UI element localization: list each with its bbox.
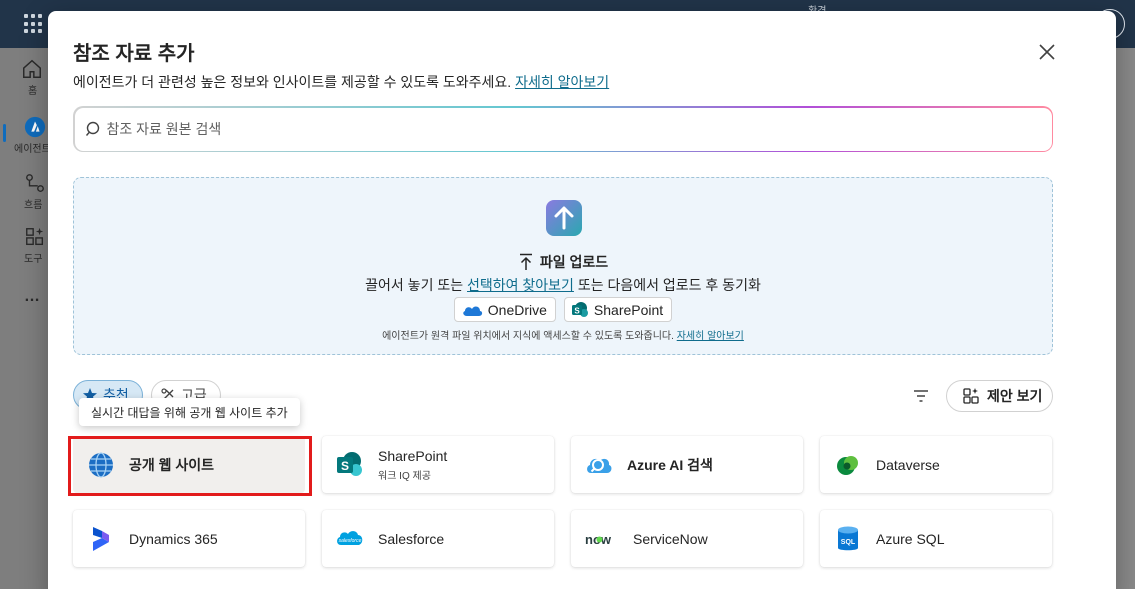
upload-note: 에이전트가 원격 파일 위치에서 지식에 액세스할 수 있도록 도와줍니다. 자… <box>74 327 1052 342</box>
onedrive-label: OneDrive <box>487 301 547 318</box>
svg-text:SQL: SQL <box>841 539 856 546</box>
upload-description: 끌어서 놓기 또는 선택하여 찾아보기 또는 다음에서 업로드 후 동기화 <box>74 275 1052 295</box>
card-subtitle: 워크 IQ 제공 <box>378 470 431 482</box>
browse-link[interactable]: 선택하여 찾아보기 <box>467 277 574 293</box>
home-icon <box>23 59 41 78</box>
card-title: Azure AI 검색 <box>627 456 713 473</box>
salesforce-icon: salesforce <box>337 530 363 545</box>
card-salesforce[interactable]: salesforce Salesforce <box>322 510 554 567</box>
card-title: 공개 웹 사이트 <box>129 456 215 473</box>
dialog-title: 참조 자료 추가 <box>73 43 195 65</box>
search-box <box>73 106 1053 152</box>
card-title: Salesforce <box>378 530 445 547</box>
card-servicenow[interactable]: now ServiceNow <box>571 510 803 567</box>
dynamics-365-icon <box>93 526 109 551</box>
svg-text:salesforce: salesforce <box>339 538 362 544</box>
agent-icon <box>24 116 46 138</box>
upload-arrow-icon <box>519 253 532 270</box>
onedrive-icon <box>463 306 482 316</box>
view-suggestions-label: 제안 보기 <box>987 388 1043 404</box>
azure-ai-search-icon <box>587 458 612 473</box>
card-title: ServiceNow <box>633 530 708 547</box>
flow-icon <box>26 174 44 192</box>
search-icon <box>85 121 99 136</box>
globe-icon <box>89 451 113 478</box>
card-title: Azure SQL <box>876 530 945 547</box>
upload-title: 파일 업로드 <box>74 252 1052 272</box>
dataverse-icon <box>837 455 858 475</box>
card-title: Dataverse <box>876 456 940 473</box>
upload-desc-after: 또는 다음에서 업로드 후 동기화 <box>573 277 761 293</box>
suggestions-icon <box>963 388 979 404</box>
learn-more-link[interactable]: 자세히 알아보기 <box>515 74 609 90</box>
view-suggestions-button[interactable]: 제안 보기 <box>946 380 1053 412</box>
sharepoint-upload-label: SharePoint <box>593 301 664 318</box>
filter-icon[interactable] <box>913 389 929 403</box>
upload-learn-more-link[interactable]: 자세히 알아보기 <box>677 331 744 342</box>
sharepoint-upload-button[interactable]: S SharePoint <box>563 297 673 322</box>
card-dataverse[interactable]: Dataverse <box>820 436 1052 493</box>
nav-active-indicator <box>3 124 6 142</box>
upload-sources: OneDrive S SharePoint <box>74 297 1052 322</box>
sharepoint-icon: S <box>337 451 362 476</box>
onedrive-button[interactable]: OneDrive <box>453 297 556 322</box>
svg-text:S: S <box>574 306 580 315</box>
sharepoint-icon: S <box>571 301 588 317</box>
upload-badge-icon <box>546 200 582 236</box>
azure-sql-icon: SQL <box>838 526 858 550</box>
file-upload-dropzone[interactable]: 파일 업로드 끌어서 놓기 또는 선택하여 찾아보기 또는 다음에서 업로드 후… <box>73 177 1053 355</box>
dialog-subtitle-text: 에이전트가 더 관련성 높은 정보와 인사이트를 제공할 수 있도록 도와주세요… <box>73 74 512 90</box>
card-title: Dynamics 365 <box>129 530 218 547</box>
upload-note-text: 에이전트가 원격 파일 위치에서 지식에 액세스할 수 있도록 도와줍니다. <box>382 331 674 342</box>
card-title: SharePoint <box>378 447 448 464</box>
card-azure-ai-search[interactable]: Azure AI 검색 <box>571 436 803 493</box>
card-public-website[interactable]: 공개 웹 사이트 <box>73 436 305 493</box>
upload-title-text: 파일 업로드 <box>539 254 609 270</box>
card-azure-sql[interactable]: SQL Azure SQL <box>820 510 1052 567</box>
tools-icon <box>26 227 44 246</box>
upload-desc-before: 끌어서 놓기 또는 <box>365 277 467 293</box>
svg-text:S: S <box>341 459 349 473</box>
app-launcher-icon[interactable] <box>24 14 44 34</box>
add-knowledge-dialog: 참조 자료 추가 에이전트가 더 관련성 높은 정보와 인사이트를 제공할 수 … <box>48 11 1116 589</box>
close-icon[interactable] <box>1036 41 1058 63</box>
dialog-subtitle: 에이전트가 더 관련성 높은 정보와 인사이트를 제공할 수 있도록 도와주세요… <box>73 72 609 92</box>
tooltip: 실시간 대답을 위해 공개 웹 사이트 추가 <box>79 398 300 426</box>
card-sharepoint[interactable]: S SharePoint 워크 IQ 제공 <box>322 436 554 493</box>
search-input[interactable] <box>106 107 1027 151</box>
card-dynamics-365[interactable]: Dynamics 365 <box>73 510 305 567</box>
servicenow-icon: now <box>585 532 612 547</box>
